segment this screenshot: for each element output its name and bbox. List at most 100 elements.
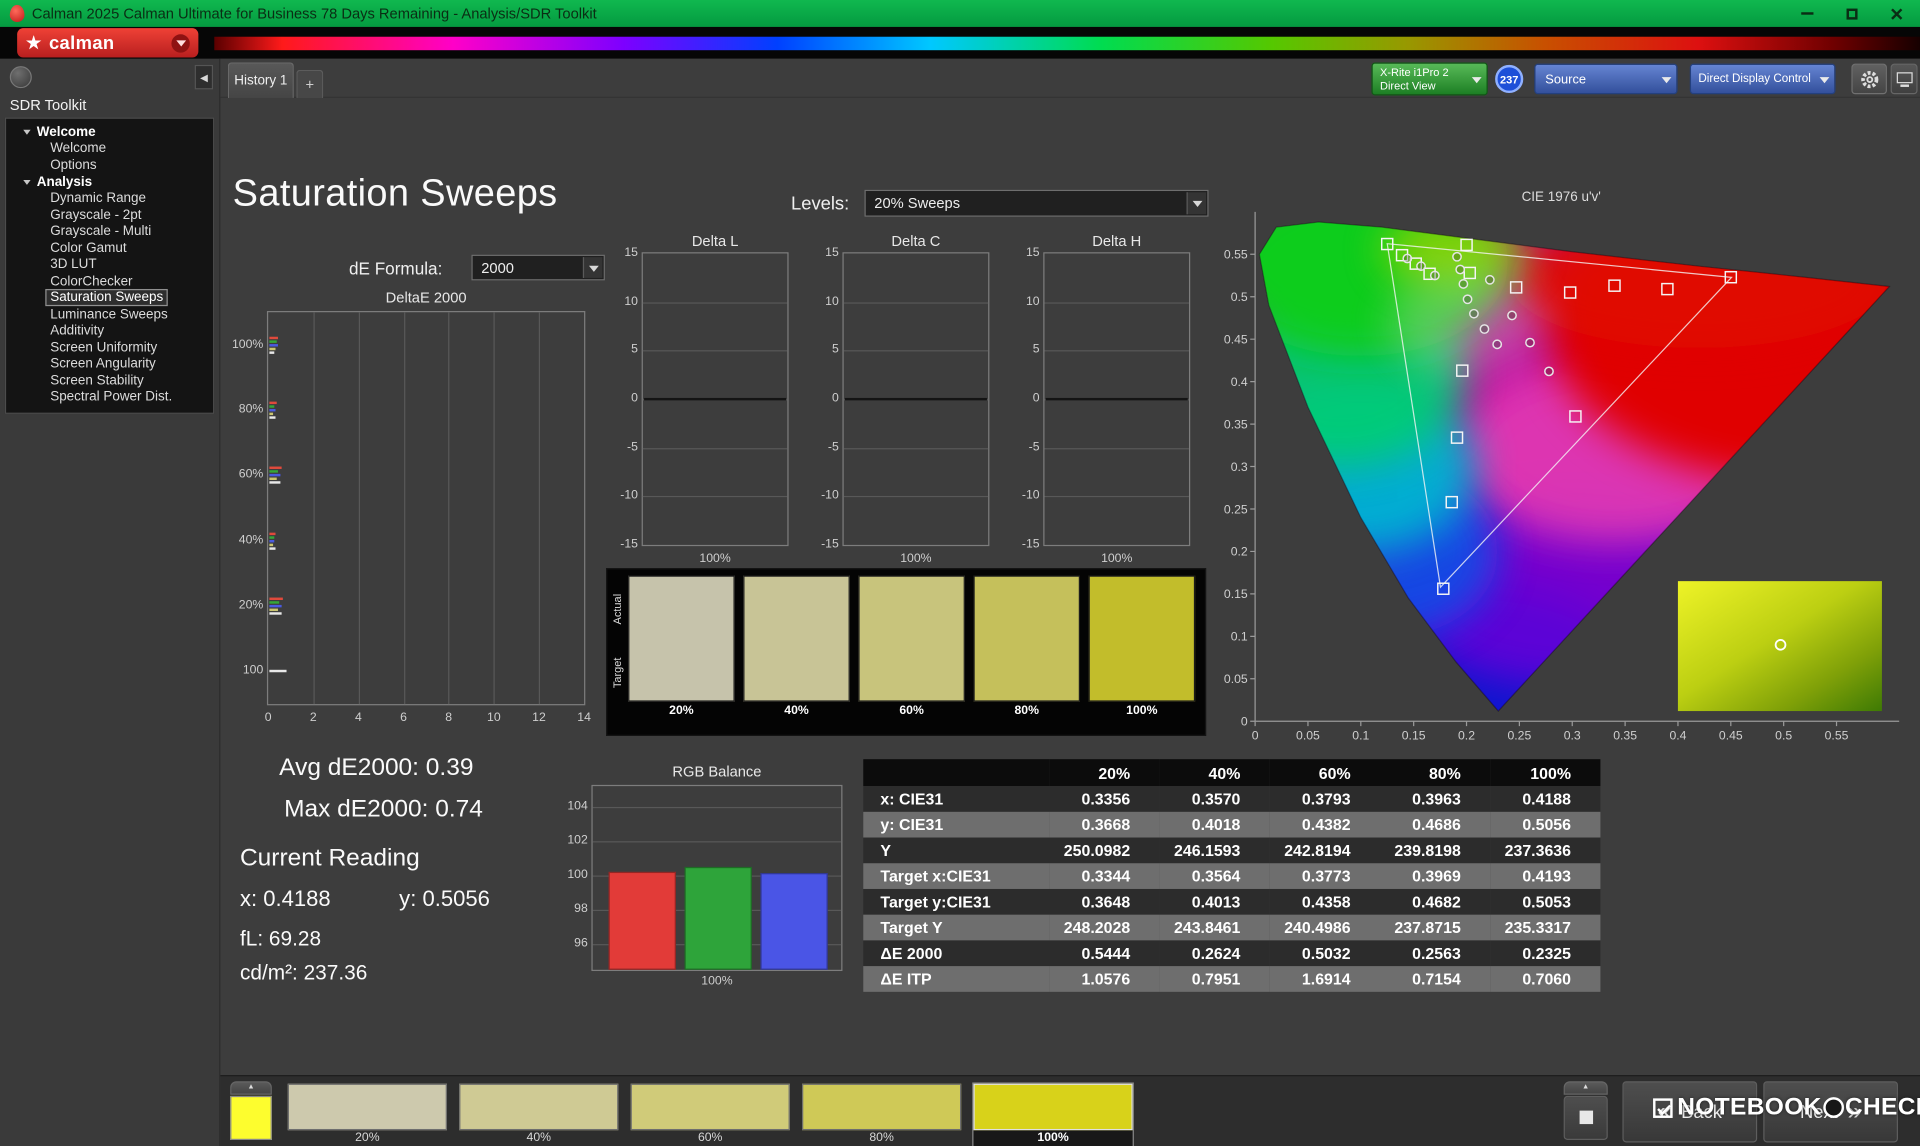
active-pattern-swatch[interactable] — [230, 1096, 272, 1140]
minimize-button[interactable] — [1798, 4, 1818, 24]
bar — [269, 340, 276, 342]
next-button[interactable]: Next » — [1763, 1081, 1898, 1142]
window-body: ◀ SDR Toolkit WelcomeWelcomeOptionsAnaly… — [0, 59, 1920, 1146]
cell-value: 235.3317 — [1490, 915, 1600, 941]
sidebar-item-screen-stability[interactable]: Screen Stability — [6, 373, 213, 390]
x-tick-label: 8 — [439, 711, 459, 724]
bar — [269, 478, 277, 480]
y-tick-label: 15 — [610, 246, 638, 259]
level-swatch-40[interactable]: 40% — [459, 1084, 618, 1146]
back-chevrons-icon: « — [1658, 1100, 1672, 1124]
sidebar-item-grayscale-multi[interactable]: Grayscale - Multi — [6, 224, 213, 241]
sidebar-item-color-gamut[interactable]: Color Gamut — [6, 241, 213, 258]
level-swatch-60[interactable]: 60% — [631, 1084, 790, 1146]
y-tick-label: 100 — [222, 664, 264, 677]
expand-pattern-button[interactable]: ▲ — [230, 1081, 272, 1094]
measured-point — [1459, 280, 1467, 288]
sidebar-item-spectral-power-dist[interactable]: Spectral Power Dist. — [6, 389, 213, 406]
cell-value: 0.4686 — [1380, 812, 1490, 838]
swatch-label: 40% — [743, 702, 850, 722]
add-tab-button[interactable]: + — [296, 70, 323, 98]
y-tick-label: 0.3 — [1231, 460, 1248, 474]
tab-history-1[interactable]: History 1 — [228, 62, 294, 98]
scale-wrapper: Calman 2025 Calman Ultimate for Business… — [0, 0, 1920, 1146]
row-label: Target y:CIE31 — [863, 889, 1049, 915]
tree-item-label: Screen Uniformity — [50, 340, 157, 355]
current-reading-label: Current Reading — [240, 845, 420, 873]
app-icon — [10, 5, 25, 22]
delta-h-chart: 151050-5-10-15 — [1043, 252, 1190, 546]
expand-window-button[interactable]: ▲ — [1564, 1081, 1608, 1094]
sidebar-item-additivity[interactable]: Additivity — [6, 323, 213, 340]
sidebar-item-colorchecker[interactable]: ColorChecker — [6, 274, 213, 291]
chevron-down-icon[interactable] — [171, 34, 189, 52]
sidebar-item-screen-uniformity[interactable]: Screen Uniformity — [6, 340, 213, 357]
sweep-swatch-40: 40% — [743, 576, 850, 722]
bar — [269, 547, 275, 549]
calman-logo-button[interactable]: calman — [17, 28, 198, 57]
titlebar: Calman 2025 Calman Ultimate for Business… — [0, 0, 1920, 27]
current-x: x: 0.4188 — [240, 887, 331, 911]
y-tick-label: -5 — [811, 440, 839, 453]
gridline — [844, 302, 988, 303]
level-swatch-20[interactable]: 20% — [288, 1084, 447, 1146]
meter-select[interactable]: X-Rite i1Pro 2 Direct View — [1371, 62, 1487, 95]
collapse-sidebar-button[interactable]: ◀ — [195, 65, 213, 89]
sidebar-item-grayscale-2pt[interactable]: Grayscale - 2pt — [6, 208, 213, 225]
bar — [269, 405, 274, 407]
table-col-header: 60% — [1270, 759, 1380, 786]
sidebar-item-welcome[interactable]: Welcome — [6, 141, 213, 158]
swatch-label: 20% — [628, 702, 735, 722]
row-label: ΔE 2000 — [863, 940, 1049, 966]
back-button[interactable]: « Back — [1622, 1081, 1757, 1142]
sidebar-item-3d-lut[interactable]: 3D LUT — [6, 257, 213, 274]
x-tick-label: 0.15 — [1402, 729, 1426, 743]
tree-section-welcome[interactable]: Welcome — [6, 124, 213, 141]
y-tick-label: -10 — [610, 489, 638, 502]
maximize-button[interactable] — [1842, 4, 1862, 24]
bar — [269, 474, 280, 476]
display-window-button[interactable] — [1891, 64, 1918, 95]
cell-value: 1.6914 — [1270, 966, 1380, 992]
y-tick-label: 15 — [811, 246, 839, 259]
meter-count-badge: 237 — [1495, 65, 1523, 93]
y-tick-label: 0.25 — [1224, 502, 1248, 516]
y-tick-label: 98 — [560, 902, 588, 915]
tree-item-label: Additivity — [50, 323, 104, 338]
sidebar: ◀ SDR Toolkit WelcomeWelcomeOptionsAnaly… — [0, 59, 220, 1146]
sidebar-item-luminance-sweeps[interactable]: Luminance Sweeps — [6, 307, 213, 324]
y-tick-label: 0.2 — [1231, 545, 1248, 559]
cell-value: 0.4193 — [1490, 863, 1600, 889]
cell-value: 0.3668 — [1049, 812, 1159, 838]
tree-item-label: Welcome — [50, 141, 106, 156]
info-button[interactable] — [10, 66, 32, 88]
y-tick-label: 5 — [610, 343, 638, 356]
source-select[interactable]: Source — [1534, 64, 1677, 95]
close-button[interactable] — [1886, 4, 1906, 24]
y-tick-label: 5 — [811, 343, 839, 356]
level-swatch-100[interactable]: 100% — [973, 1084, 1132, 1146]
actual-row-label: Actual — [609, 577, 626, 641]
display-control-select[interactable]: Direct Display Control — [1690, 64, 1836, 95]
level-swatch-80[interactable]: 80% — [802, 1084, 961, 1146]
levels-dropdown[interactable]: 20% Sweeps — [864, 190, 1208, 217]
sidebar-item-saturation-sweeps[interactable]: Saturation Sweeps — [6, 290, 213, 307]
cell-value: 0.3344 — [1049, 863, 1159, 889]
sidebar-item-options[interactable]: Options — [6, 157, 213, 174]
tree-section-analysis[interactable]: Analysis — [6, 174, 213, 191]
pattern-window-button[interactable] — [1564, 1096, 1608, 1140]
target-row-label: Target — [609, 640, 626, 704]
tree-item-label: Grayscale - 2pt — [50, 208, 141, 223]
calman-window: Calman 2025 Calman Ultimate for Business… — [0, 0, 1920, 1146]
delta-l-xlabel: 100% — [642, 552, 789, 565]
y-tick-label: 80% — [222, 403, 264, 416]
window-title: Calman 2025 Calman Ultimate for Business… — [32, 5, 1798, 22]
sidebar-item-dynamic-range[interactable]: Dynamic Range — [6, 191, 213, 208]
y-tick-label: -10 — [1011, 489, 1039, 502]
settings-button[interactable] — [1851, 64, 1887, 95]
cell-value: 0.5056 — [1490, 812, 1600, 838]
sidebar-item-screen-angularity[interactable]: Screen Angularity — [6, 356, 213, 373]
table-body: x: CIE310.33560.35700.37930.39630.4188y:… — [863, 786, 1600, 992]
chart-title-deltae2000: DeltaE 2000 — [267, 289, 585, 306]
de-formula-dropdown[interactable]: 2000 — [471, 255, 604, 281]
